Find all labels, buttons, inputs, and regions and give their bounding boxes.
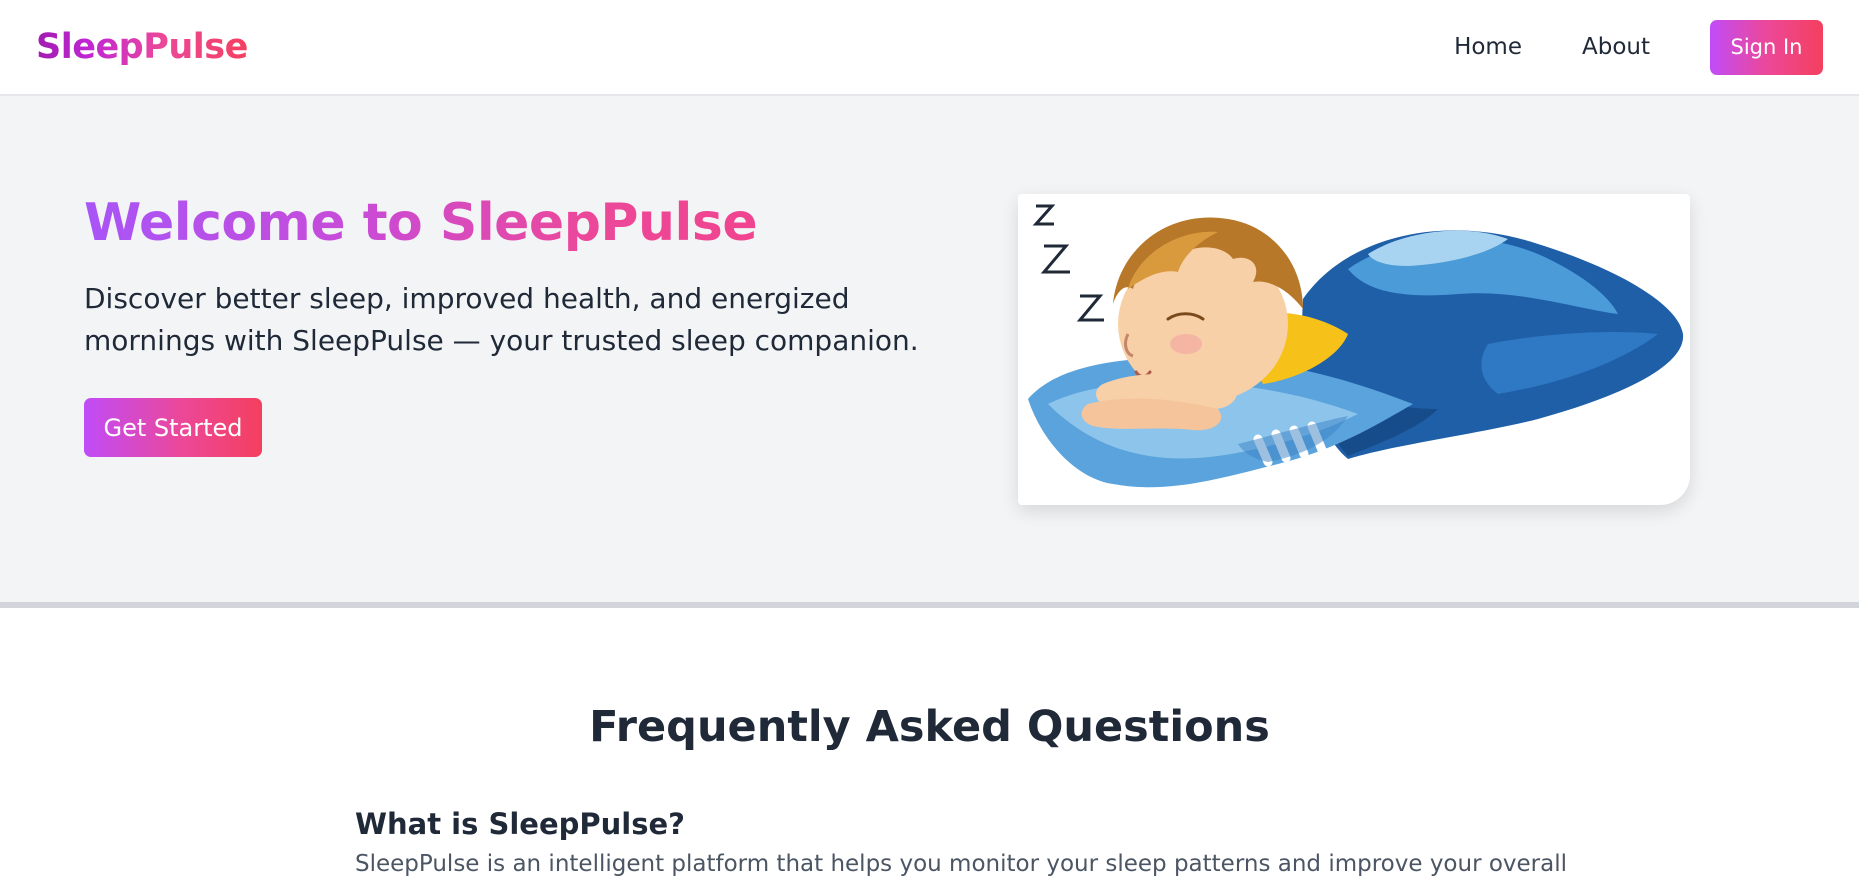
hero-divider (0, 602, 1859, 608)
sleeping-child-illustration (1028, 204, 1684, 488)
hero-image (1018, 194, 1690, 505)
top-navbar: SleepPulse Home About Sign In (0, 0, 1859, 96)
main-nav: Home About Sign In (1454, 19, 1823, 75)
hero-subtitle: Discover better sleep, improved health, … (84, 282, 919, 357)
get-started-button[interactable]: Get Started (84, 398, 262, 457)
brand-logo[interactable]: SleepPulse (36, 27, 248, 67)
faq-answer: SleepPulse is an intelligent platform th… (355, 851, 1568, 877)
hero-title: Welcome to SleepPulse (84, 193, 758, 253)
nav-home-link[interactable]: Home (1454, 34, 1522, 60)
faq-question[interactable]: What is SleepPulse? (355, 807, 685, 841)
sign-in-button[interactable]: Sign In (1710, 19, 1823, 75)
nav-about-link[interactable]: About (1582, 34, 1650, 60)
faq-title: Frequently Asked Questions (589, 702, 1270, 752)
